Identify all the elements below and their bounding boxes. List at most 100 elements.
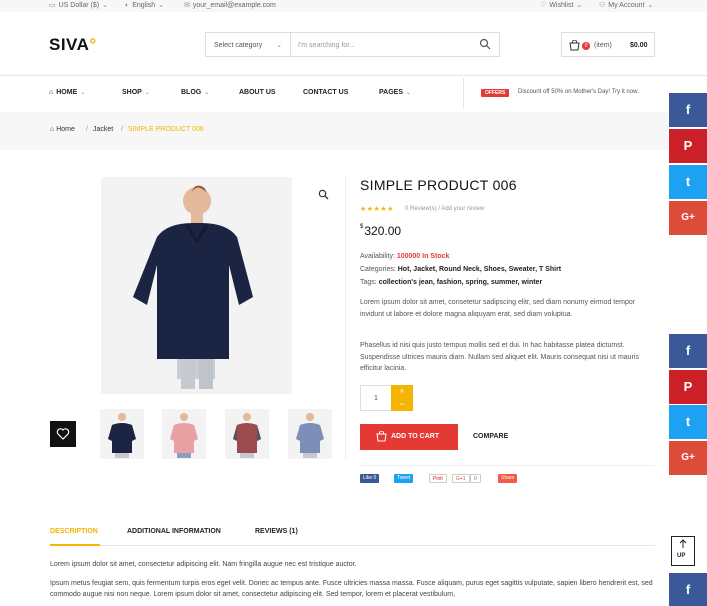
chevron-down-icon: ⌄ [204,90,210,96]
twitter-share-button[interactable]: t [669,405,707,439]
twitter-icon: t [685,174,691,189]
review-links[interactable]: 0 Review(s) / Add your review [405,206,484,212]
twitter-share-button[interactable]: t [669,165,707,199]
pinit-button[interactable]: Pinit [429,474,447,483]
divider [0,75,707,76]
email-link[interactable]: ✉ your_email@example.com [184,1,276,9]
thumbnail-raglan-tee [233,413,261,458]
mail-icon: ✉ [184,2,190,9]
nav-item-shop[interactable]: SHOP ⌄ [122,89,150,96]
breadcrumb-home[interactable]: ⌂ Home [50,126,75,133]
nav-item-about[interactable]: ABOUT US [239,89,276,96]
googleplus-icon: G+ [681,212,695,223]
quantity-input[interactable]: 1 [374,395,378,402]
offer-text[interactable]: Discount off 50% on Mother's Day! Try it… [518,89,639,95]
search-bar: Select category ⌄ I'm searching for... [205,32,500,57]
facebook-share-button[interactable]: f [669,573,707,606]
gplus-button[interactable]: G+1 [452,474,470,483]
compare-link[interactable]: COMPARE [473,433,508,440]
heart-icon: ♡ [540,2,547,9]
nav-item-home[interactable]: ⌂ HOME ⌄ [49,89,85,96]
nav-item-contact[interactable]: CONTACT US [303,89,348,96]
scroll-to-top-button[interactable]: UP [671,536,695,566]
globe-icon: ◐ [125,2,130,9]
cart-label: (item) [594,42,612,49]
home-icon: ⌂ [49,89,54,96]
active-tab-indicator [50,544,100,546]
arrow-up-icon [679,539,687,548]
zoom-icon[interactable] [318,189,329,200]
divider [360,465,655,466]
facebook-icon: f [685,102,691,117]
account-menu[interactable]: ⚇ My Account ⌄ [599,1,656,9]
breadcrumb-current: SIMPLE PRODUCT 006 [128,126,204,133]
wishlist-link[interactable]: ♡ Wishlist ⌄ [540,1,585,9]
user-icon: ⚇ [599,2,606,9]
breadcrumb-separator: / [86,126,88,133]
googleplus-share-button[interactable]: G+ [669,441,707,475]
product-image-polo-shirt [133,185,261,389]
categories: Categories: Hot, Jacket, Round Neck, Sho… [360,266,562,273]
googleplus-icon: G+ [681,452,695,463]
wishlist-button[interactable] [50,421,76,447]
pinterest-share-button[interactable]: P [669,370,707,404]
chevron-down-icon: ⌄ [144,90,150,96]
nav-item-blog[interactable]: BLOG ⌄ [181,89,209,96]
cart-icon [569,40,580,51]
breadcrumb-category[interactable]: Jacket [93,126,113,133]
product-thumbnail[interactable] [225,409,269,459]
pinterest-icon: P [683,379,693,394]
tab-description[interactable]: DESCRIPTION [50,528,98,535]
divider [463,78,464,108]
quantity-stepper: 1 + − [360,385,413,411]
decrement-button[interactable]: − [391,398,413,411]
site-logo[interactable]: SIVA° [49,35,97,55]
product-main-image[interactable] [101,177,292,394]
divider [50,545,655,546]
search-input[interactable]: I'm searching for... [298,42,355,49]
facebook-share-button[interactable]: f [669,93,707,127]
top-bar: ▭ US Dollar ($) ⌄ ◐ English ⌄ ✉ your_email@ex… [0,0,707,12]
tab-reviews[interactable]: REVIEWS (1) [255,528,298,535]
facebook-icon: f [685,582,691,597]
product-description: Lorem ipsum dolor sit amet, consetetur s… [360,299,636,318]
share-button[interactable]: Share [498,474,518,483]
thumbnail-navy-polo [108,413,136,458]
language-selector[interactable]: ◐ English ⌄ [125,1,167,9]
tags: Tags: collection's jean, fashion, spring… [360,279,543,286]
chevron-down-icon: ⌄ [647,2,654,9]
pinterest-share-button[interactable]: P [669,129,707,163]
tab-additional-information[interactable]: ADDITIONAL INFORMATION [127,528,221,535]
currency-icon: ▭ [49,2,56,9]
bag-icon [376,431,387,442]
facebook-icon: f [685,343,691,358]
description-text: Lorem ipsum dolor sit amet, consectetur … [50,561,357,568]
facebook-like-button[interactable]: Like 0 [360,474,380,483]
product-thumbnail[interactable] [288,409,332,459]
product-thumbnail[interactable] [162,409,206,459]
chevron-down-icon: ⌄ [576,2,583,9]
product-thumbnail[interactable] [100,409,144,459]
logo-mark: ° [89,35,97,54]
googleplus-share-button[interactable]: G+ [669,201,707,235]
increment-button[interactable]: + [391,385,413,398]
search-icon[interactable] [479,38,491,50]
nav-item-pages[interactable]: PAGES ⌄ [379,89,411,96]
search-category-select[interactable]: Select category ⌄ [206,33,291,56]
heart-icon [56,428,70,440]
product-title: SIMPLE PRODUCT 006 [360,177,517,193]
thumbnail-pink-tee [170,413,198,458]
chevron-down-icon: ⌄ [276,42,282,49]
cart-button[interactable]: 0 (item) $0.00 [561,32,655,57]
chevron-down-icon: ⌄ [158,2,165,9]
availability: Availability: 100000 In Stock [360,253,450,260]
currency-selector[interactable]: ▭ US Dollar ($) ⌄ [49,1,111,9]
add-to-cart-button[interactable]: ADD TO CART [360,424,458,450]
facebook-share-button[interactable]: f [669,334,707,368]
tweet-button[interactable]: Tweet [394,474,414,483]
breadcrumb-separator: / [121,126,123,133]
cart-total: $0.00 [630,42,648,49]
cart-count-badge: 0 [582,42,590,50]
pinterest-icon: P [683,138,693,153]
chevron-down-icon: ⌄ [80,90,86,96]
